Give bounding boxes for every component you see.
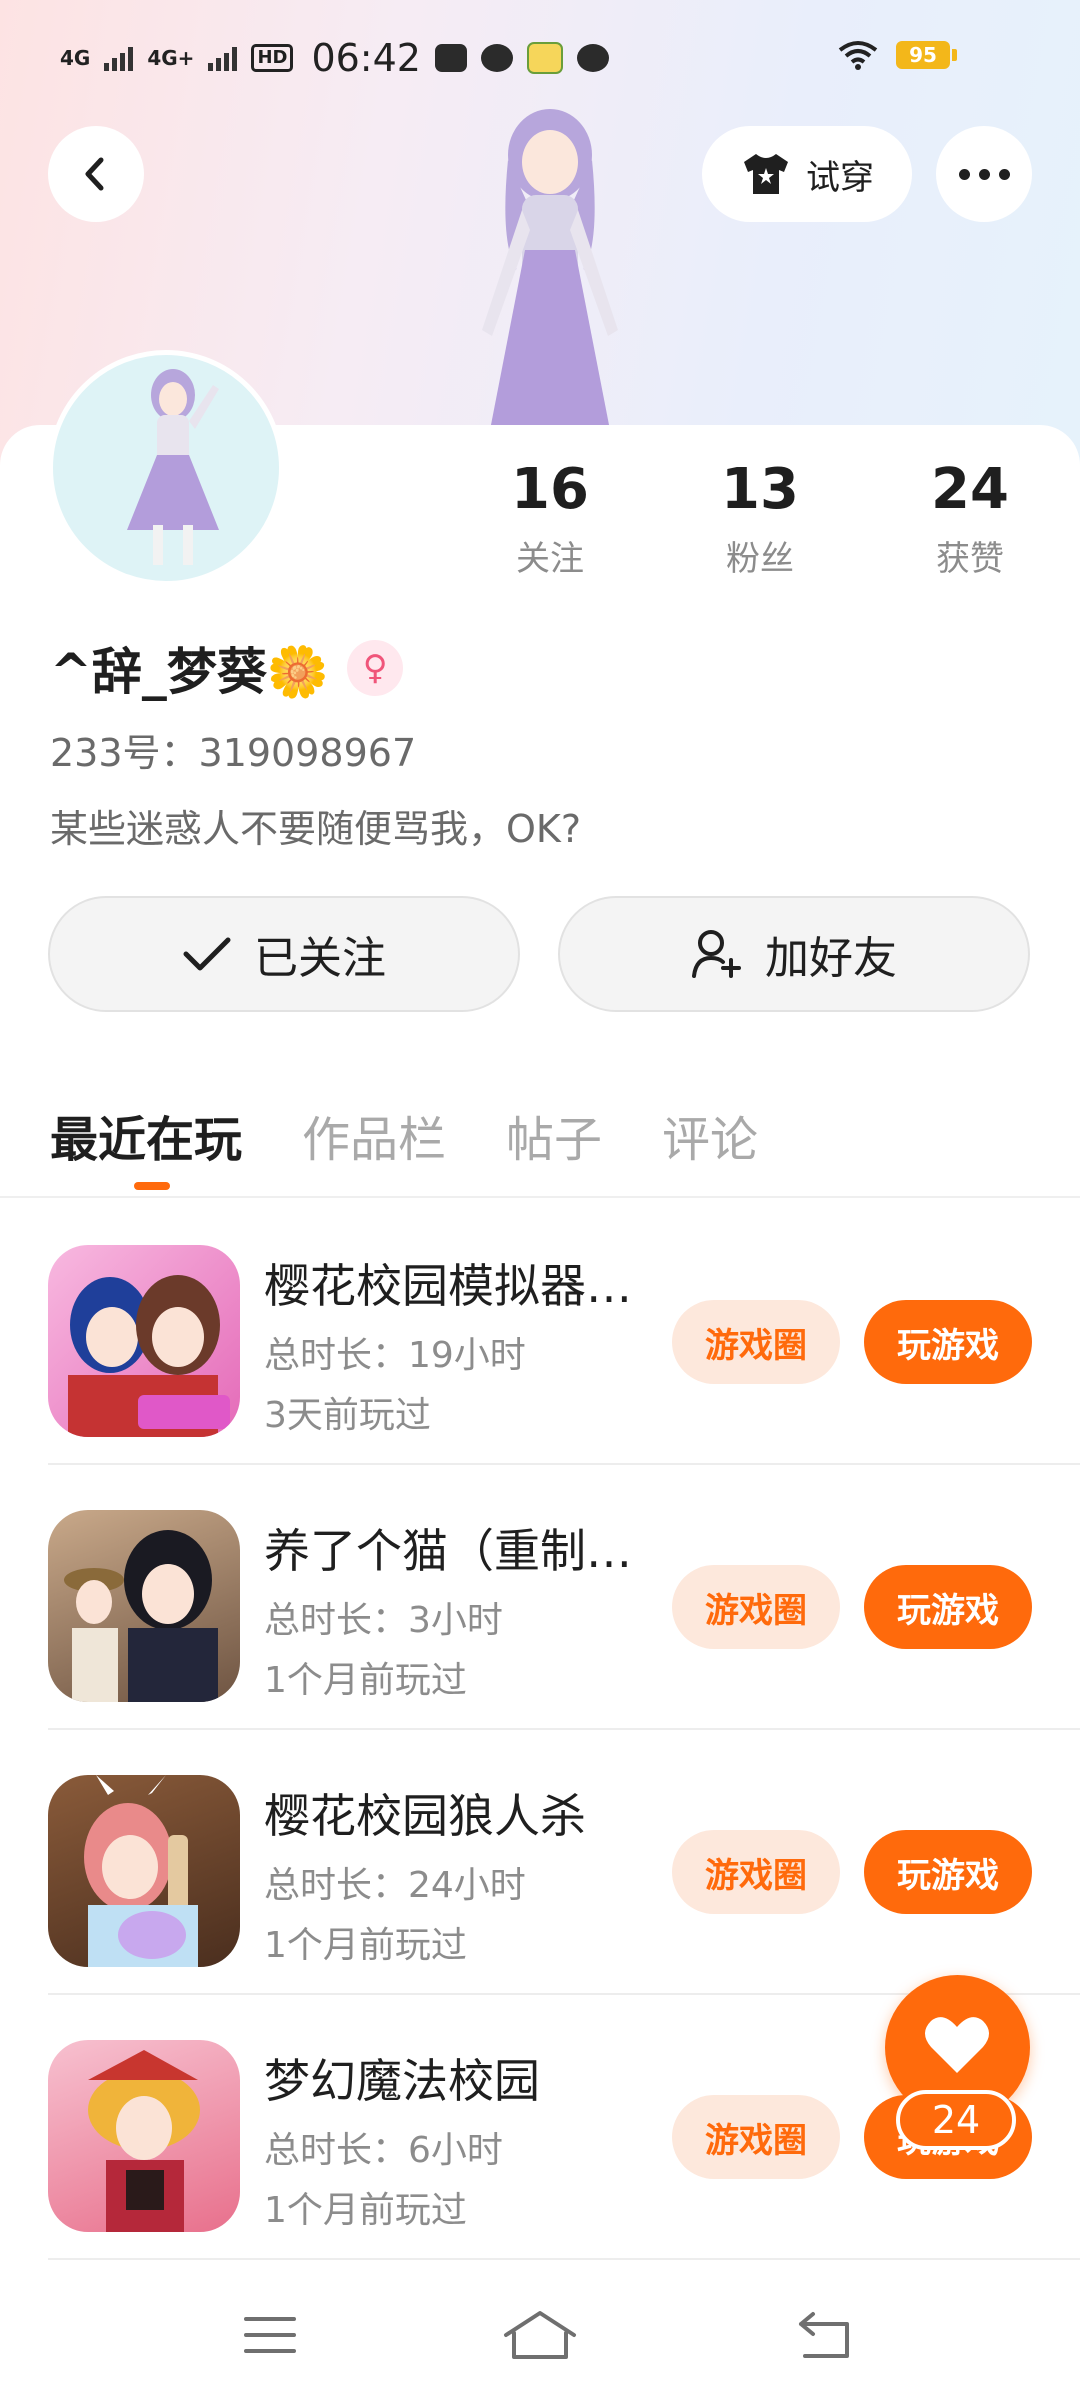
- stat-label: 关注: [516, 539, 584, 579]
- list-item[interactable]: 樱花校园狼人杀 总时长：24小时 1个月前玩过 游戏圈 玩游戏: [0, 1730, 1080, 1995]
- game-icon-magic-school[interactable]: [48, 2040, 240, 2232]
- stat-value: 16: [511, 457, 589, 522]
- tab-works[interactable]: 作品栏: [302, 1100, 446, 1170]
- game-circle-button[interactable]: 游戏圈: [672, 1830, 840, 1914]
- back-icon: [799, 2312, 849, 2358]
- cloud-icon: [480, 44, 513, 72]
- game-title: 樱花校园模拟器…: [264, 1259, 632, 1313]
- stat-following[interactable]: 16 关注: [480, 455, 620, 580]
- stat-value: 13: [721, 457, 799, 522]
- row-divider: [48, 2258, 1080, 2260]
- try-on-label: 试穿: [806, 157, 874, 198]
- try-on-button[interactable]: 试穿: [702, 126, 912, 222]
- like-count: 24: [896, 2090, 1016, 2150]
- nav-home-button[interactable]: [495, 2290, 585, 2380]
- game-title: 养了个猫（重制…: [264, 1524, 632, 1578]
- game-icon-raise-a-cat[interactable]: [48, 1510, 240, 1702]
- wechat-icon: [434, 44, 467, 72]
- game-icon-sakura-simulator[interactable]: [48, 1245, 240, 1437]
- tab-comments[interactable]: 评论: [662, 1100, 758, 1170]
- add-friend-label: 加好友: [765, 933, 897, 984]
- chevron-left-icon: [85, 157, 104, 191]
- game-duration: 总时长：24小时: [264, 1865, 526, 1906]
- system-nav-bar: [0, 2270, 1080, 2400]
- list-item[interactable]: 养了个猫（重制… 总时长：3小时 1个月前玩过 游戏圈 玩游戏: [0, 1465, 1080, 1730]
- hd-badge: HD: [251, 44, 294, 72]
- female-icon: ♀: [347, 640, 404, 696]
- game-last-played: 1个月前玩过: [264, 1660, 467, 1701]
- game-art: [84, 1775, 198, 1967]
- status-bar: 4G 4G+ HD 06:42 95: [0, 0, 1080, 120]
- avatar[interactable]: [48, 350, 284, 586]
- profile-stats: 16 关注 13 粉丝 24 获赞: [480, 455, 1040, 580]
- clock: 06:42: [311, 36, 421, 80]
- stat-label: 获赞: [936, 539, 1004, 579]
- play-game-button[interactable]: 玩游戏: [864, 1300, 1032, 1384]
- back-button[interactable]: [48, 126, 144, 222]
- game-title: 梦幻魔法校园: [264, 2054, 540, 2108]
- stat-likes[interactable]: 24 获赞: [900, 455, 1040, 580]
- avatar-character: [127, 369, 219, 565]
- nav-back-button[interactable]: [780, 2290, 870, 2380]
- game-circle-button[interactable]: 游戏圈: [672, 1565, 840, 1649]
- signal-icon-2: [208, 45, 238, 71]
- signal-icon: [104, 45, 134, 71]
- tab-recently-played[interactable]: 最近在玩: [50, 1100, 242, 1190]
- wifi-icon: [838, 41, 878, 70]
- more-button[interactable]: [936, 126, 1032, 222]
- tabs-divider: [0, 1196, 1080, 1198]
- game-circle-button[interactable]: 游戏圈: [672, 2095, 840, 2179]
- following-button[interactable]: 已关注: [48, 896, 520, 1012]
- game-duration: 总时长：3小时: [264, 1600, 503, 1641]
- tab-posts[interactable]: 帖子: [506, 1100, 602, 1170]
- user-id: 233号：319098967: [50, 731, 417, 775]
- tshirt-icon: [744, 154, 788, 194]
- game-art: [68, 1275, 230, 1437]
- stat-fans[interactable]: 13 粉丝: [690, 455, 830, 580]
- network-indicator-2: 4G+: [147, 46, 195, 70]
- user-name: ^辞_梦葵🌼: [50, 643, 330, 701]
- add-friend-button[interactable]: 加好友: [558, 896, 1030, 1012]
- more-dots-icon: [958, 168, 1010, 180]
- play-game-button[interactable]: 玩游戏: [864, 1830, 1032, 1914]
- nav-menu-button[interactable]: [225, 2290, 315, 2380]
- name-row: ^辞_梦葵🌼 ♀: [50, 632, 404, 704]
- game-icon-sakura-werewolf[interactable]: [48, 1775, 240, 1967]
- profile-tabs: 最近在玩 作品栏 帖子 评论: [50, 1100, 758, 1190]
- game-art: [64, 1530, 218, 1702]
- game-last-played: 3天前玩过: [264, 1395, 431, 1436]
- menu-icon: [244, 2317, 296, 2353]
- user-bio: 某些迷惑人不要随便骂我，OK?: [50, 807, 581, 851]
- loop-icon: [576, 44, 609, 72]
- game-circle-button[interactable]: 游戏圈: [672, 1300, 840, 1384]
- list-item[interactable]: 樱花校园模拟器… 总时长：19小时 3天前玩过 游戏圈 玩游戏: [0, 1200, 1080, 1465]
- stat-label: 粉丝: [726, 539, 794, 579]
- home-icon: [504, 2311, 576, 2359]
- game-art: [88, 2050, 200, 2232]
- game-title: 樱花校园狼人杀: [264, 1789, 586, 1843]
- game-duration: 总时长：19小时: [264, 1335, 526, 1376]
- stat-value: 24: [931, 457, 1009, 522]
- following-label: 已关注: [254, 933, 386, 984]
- game-last-played: 1个月前玩过: [264, 2190, 467, 2231]
- network-indicator: 4G: [60, 46, 91, 70]
- banner-character-illustration: [482, 109, 618, 430]
- checkmark-icon: [183, 937, 231, 971]
- app-100-icon: [526, 42, 563, 74]
- game-duration: 总时长：6小时: [264, 2130, 503, 2171]
- battery-indicator: 95: [896, 41, 957, 69]
- play-game-button[interactable]: 玩游戏: [864, 1565, 1032, 1649]
- game-last-played: 1个月前玩过: [264, 1925, 467, 1966]
- add-user-icon: [692, 930, 741, 978]
